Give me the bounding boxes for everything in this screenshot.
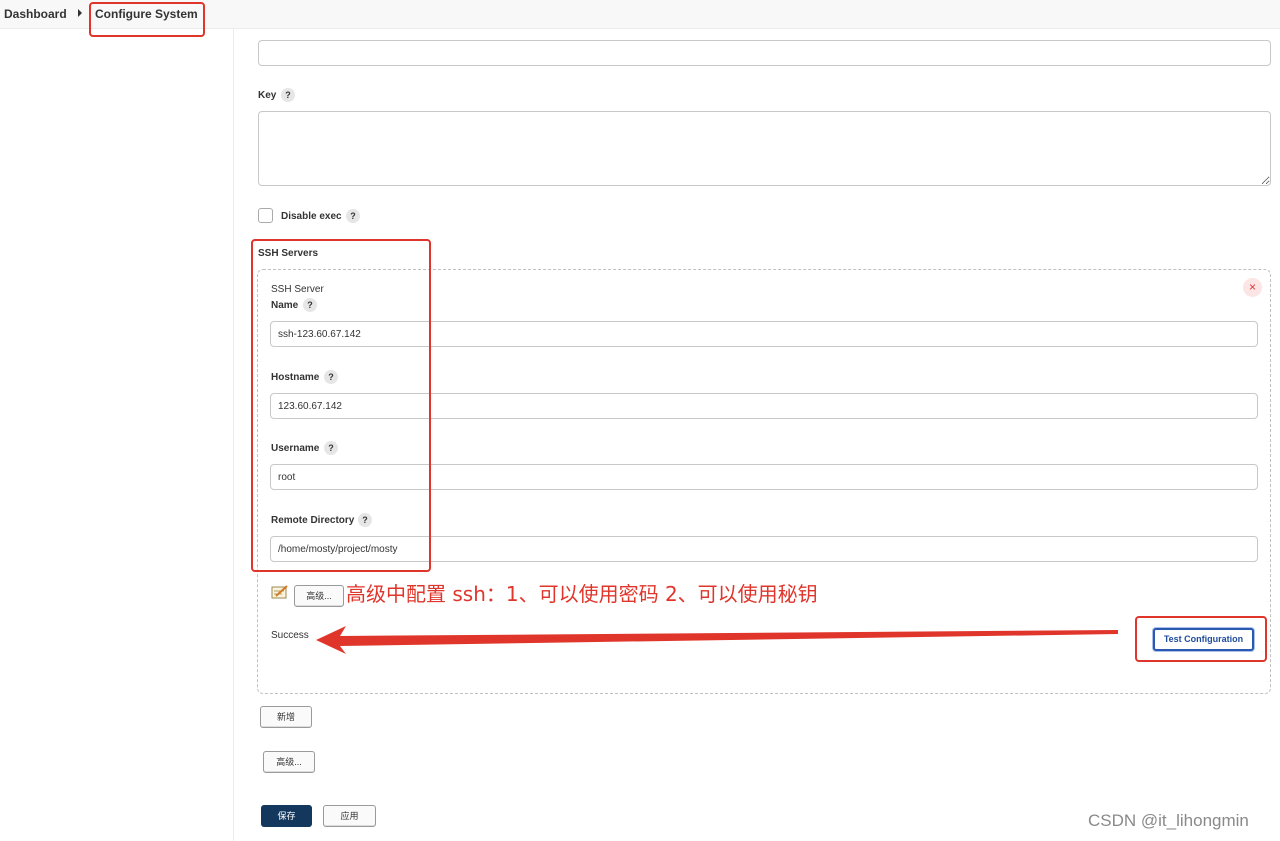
server-advanced-button[interactable]: 高级... [294, 585, 344, 607]
key-textarea[interactable] [258, 111, 1271, 186]
breadcrumb-current: Configure System [95, 7, 198, 21]
annotation-arrow-icon [316, 626, 1118, 654]
key-help-icon[interactable]: ? [281, 88, 295, 102]
remote-directory-input[interactable] [270, 536, 1258, 562]
apply-button[interactable]: 应用 [323, 805, 376, 827]
disable-exec-checkbox[interactable] [258, 208, 273, 223]
chevron-right-icon [78, 9, 82, 17]
watermark: CSDN @it_lihongmin [1088, 811, 1249, 830]
hostname-help-icon[interactable]: ? [324, 370, 338, 384]
delete-server-button[interactable]: × [1243, 278, 1262, 297]
name-input[interactable] [270, 321, 1258, 347]
annotation-text: 高级中配置 ssh：1、可以使用密码 2、可以使用秘钥 [346, 582, 818, 606]
test-status-text: Success [271, 630, 309, 641]
username-input[interactable] [270, 464, 1258, 490]
disable-exec-label: Disable exec [281, 211, 342, 222]
disable-exec-help-icon[interactable]: ? [346, 209, 360, 223]
sidebar-divider [233, 29, 234, 841]
ssh-servers-label: SSH Servers [258, 248, 319, 259]
name-label: Name [271, 300, 299, 311]
remote-directory-help-icon[interactable]: ? [358, 513, 372, 527]
ssh-server-title: SSH Server [271, 284, 324, 295]
advanced-button[interactable]: 高级... [263, 751, 315, 773]
username-label: Username [271, 443, 320, 454]
remote-directory-label: Remote Directory [271, 515, 355, 526]
breadcrumb: Dashboard Configure System [0, 0, 1280, 29]
hostname-input[interactable] [270, 393, 1258, 419]
add-server-button[interactable]: 新增 [260, 706, 312, 728]
name-help-icon[interactable]: ? [303, 298, 317, 312]
hostname-label: Hostname [271, 372, 320, 383]
username-help-icon[interactable]: ? [324, 441, 338, 455]
upper-field-input[interactable] [258, 40, 1271, 66]
breadcrumb-dashboard-link[interactable]: Dashboard [4, 7, 67, 21]
key-label: Key [258, 90, 277, 101]
test-configuration-button[interactable]: Test Configuration [1153, 628, 1254, 651]
save-button[interactable]: 保存 [261, 805, 312, 827]
notepad-icon [271, 585, 288, 599]
